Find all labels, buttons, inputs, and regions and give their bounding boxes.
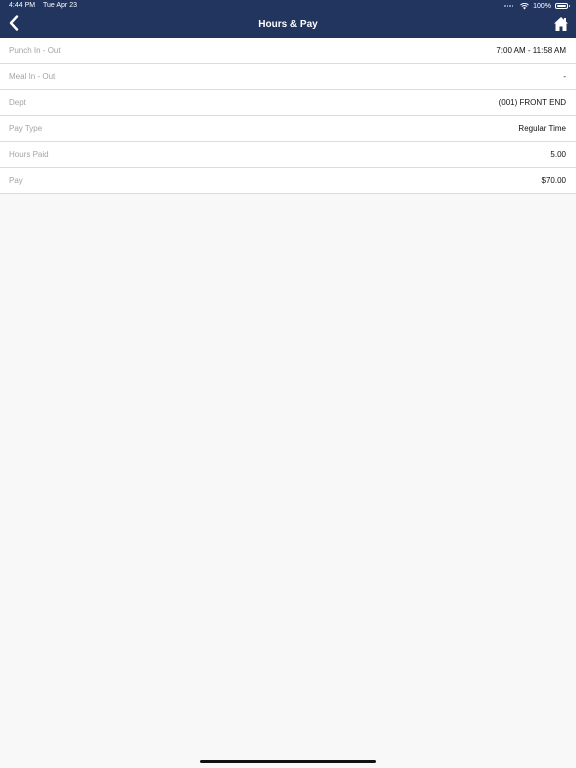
row-hours-paid: Hours Paid 5.00: [0, 142, 576, 168]
battery-icon: [555, 3, 570, 9]
page-title: Hours & Pay: [258, 19, 318, 30]
row-value: $70.00: [541, 176, 566, 185]
home-indicator[interactable]: [200, 760, 376, 763]
row-value: 5.00: [550, 150, 566, 159]
row-value: (001) FRONT END: [498, 98, 566, 107]
row-punch-in-out: Punch In - Out 7:00 AM - 11:58 AM: [0, 38, 576, 64]
row-label: Pay: [9, 176, 23, 185]
row-label: Meal In - Out: [9, 72, 56, 81]
row-meal-in-out: Meal In - Out -: [0, 64, 576, 90]
status-indicators: 100%: [504, 1, 570, 11]
row-value: Regular Time: [518, 124, 566, 133]
home-button[interactable]: [550, 15, 572, 37]
row-pay-type: Pay Type Regular Time: [0, 116, 576, 142]
row-pay: Pay $70.00: [0, 168, 576, 194]
signal-icon: [504, 5, 514, 7]
row-label: Pay Type: [9, 124, 43, 133]
status-date: Tue Apr 23: [43, 2, 77, 9]
hours-pay-details: Punch In - Out 7:00 AM - 11:58 AM Meal I…: [0, 38, 576, 194]
status-time: 4:44 PM: [9, 2, 36, 9]
row-value: 7:00 AM - 11:58 AM: [496, 46, 566, 55]
row-value: -: [563, 72, 566, 81]
wifi-icon: [520, 2, 529, 10]
hours-pay-screen: 4:44 PM Tue Apr 23 100% Hours & Pay Punc…: [0, 0, 576, 768]
row-label: Punch In - Out: [9, 46, 61, 55]
navigation-bar: 4:44 PM Tue Apr 23 100% Hours & Pay: [0, 0, 576, 38]
row-dept: Dept (001) FRONT END: [0, 90, 576, 116]
home-icon: [553, 16, 569, 37]
battery-percentage: 100%: [533, 2, 551, 10]
row-label: Dept: [9, 98, 26, 107]
row-label: Hours Paid: [9, 150, 49, 159]
